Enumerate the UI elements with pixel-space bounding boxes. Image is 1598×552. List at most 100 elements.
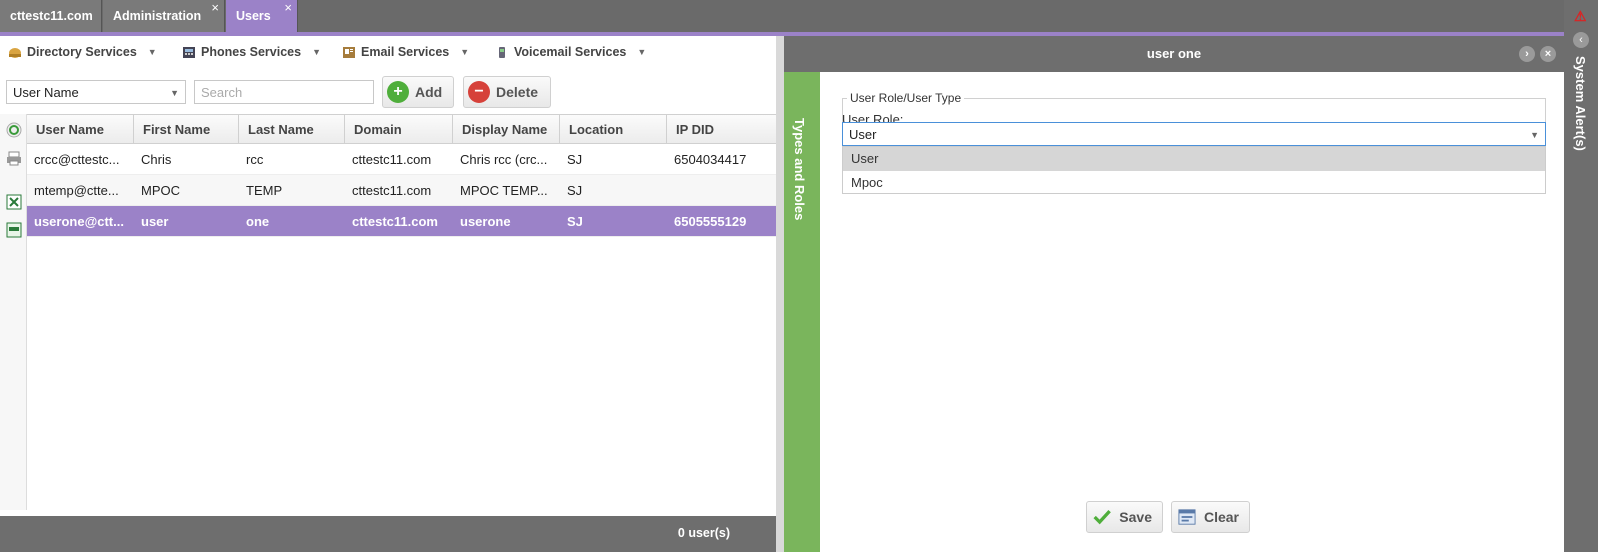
delete-button-label: Delete xyxy=(496,84,539,100)
table-cell: mtemp@ctte... xyxy=(34,183,119,198)
minus-icon: − xyxy=(468,81,490,103)
phones-services-menu[interactable]: Phones Services ▼ xyxy=(182,45,321,59)
table-cell: one xyxy=(246,214,270,229)
panel-splitter[interactable] xyxy=(776,36,784,552)
email-services-menu[interactable]: Email Services ▼ xyxy=(342,45,469,59)
warning-icon: ⚠ xyxy=(1574,8,1587,24)
chevron-down-icon: ▼ xyxy=(637,47,647,57)
column-header[interactable]: IP DID xyxy=(667,115,776,143)
column-header[interactable]: Domain xyxy=(345,115,453,143)
user-role-dropdown: User Mpoc xyxy=(842,146,1546,194)
services-toolbar: Directory Services ▼ Phones Services ▼ Ema… xyxy=(0,36,776,70)
clear-form-icon xyxy=(1178,509,1196,525)
column-header[interactable]: Last Name xyxy=(239,115,345,143)
app-root: cttestc11.com Administration × Users × Dir… xyxy=(0,0,1598,552)
save-button[interactable]: Save xyxy=(1086,501,1163,533)
close-icon[interactable]: × xyxy=(211,0,219,24)
table-cell: SJ xyxy=(567,183,583,198)
table-cell: userone xyxy=(460,214,511,229)
refresh-icon[interactable] xyxy=(6,122,22,138)
table-header: User Name First Name Last Name Domain Di… xyxy=(27,114,776,144)
users-table: User Name First Name Last Name Domain Di… xyxy=(27,114,776,237)
phone-icon xyxy=(183,46,195,58)
user-detail-panel: user one › × Types and Roles User Role/U… xyxy=(784,36,1564,552)
table-cell: userone@ctt... xyxy=(34,214,124,229)
user-count: 0 user(s) xyxy=(677,526,730,540)
tab-administration[interactable]: Administration × xyxy=(103,0,225,32)
csv-export-icon[interactable] xyxy=(6,222,22,238)
save-button-label: Save xyxy=(1119,509,1152,525)
table-cell: 6504034417 xyxy=(674,152,747,167)
users-list-panel: Directory Services ▼ Phones Services ▼ Ema… xyxy=(0,36,776,552)
clear-button[interactable]: Clear xyxy=(1171,501,1250,533)
table-cell: TEMP xyxy=(246,183,283,198)
user-role-value: User xyxy=(849,127,877,142)
print-icon[interactable] xyxy=(6,150,22,166)
system-alerts-label: System Alert(s) xyxy=(1573,56,1588,151)
table-cell: SJ xyxy=(567,214,583,229)
plus-icon: + xyxy=(387,81,409,103)
column-header[interactable]: Display Name xyxy=(453,115,560,143)
table-cell: Chris rcc (crc... xyxy=(460,152,548,167)
tab-domain-label: cttestc11.com xyxy=(10,9,93,23)
grid-side-toolbar xyxy=(0,114,27,510)
email-icon xyxy=(343,46,355,58)
excel-export-icon[interactable] xyxy=(6,194,22,210)
tab-administration-label: Administration xyxy=(113,9,202,23)
chevron-down-icon: ▼ xyxy=(170,88,179,98)
table-cell: 6505555129 xyxy=(674,214,747,229)
table-cell: cttestc11.com xyxy=(352,183,432,198)
table-row[interactable]: mtemp@ctte... MPOC TEMP cttestc11.com MP… xyxy=(27,175,776,206)
detail-header: user one › × xyxy=(784,36,1564,72)
table-cell: SJ xyxy=(567,152,583,167)
close-icon[interactable]: × xyxy=(284,0,292,24)
directory-services-menu[interactable]: Directory Services ▼ xyxy=(8,45,157,59)
clear-button-label: Clear xyxy=(1203,509,1239,525)
grid-footer: 0 user(s) xyxy=(0,516,776,552)
close-icon[interactable]: × xyxy=(1540,46,1556,62)
column-header[interactable]: Location xyxy=(560,115,667,143)
user-role-select[interactable]: User ▼ xyxy=(842,122,1546,146)
column-header[interactable]: User Name xyxy=(27,115,134,143)
directory-icon xyxy=(9,47,21,58)
table-cell: crcc@cttestc... xyxy=(34,152,120,167)
types-and-roles-tab[interactable]: Types and Roles xyxy=(784,72,820,552)
table-cell: MPOC TEMP... xyxy=(460,183,548,198)
types-and-roles-label: Types and Roles xyxy=(792,118,807,221)
chevron-down-icon: ▼ xyxy=(312,47,321,57)
table-cell xyxy=(667,175,776,205)
chevron-left-icon[interactable]: ‹ xyxy=(1573,32,1589,48)
fieldset-legend: User Role/User Type xyxy=(847,91,965,105)
tab-users[interactable]: Users × xyxy=(226,0,298,32)
table-row[interactable]: crcc@cttestc... Chris rcc cttestc11.com … xyxy=(27,144,776,175)
delete-button[interactable]: − Delete xyxy=(463,76,551,108)
chevron-right-icon[interactable]: › xyxy=(1519,46,1535,62)
voicemail-icon xyxy=(499,46,505,58)
table-cell: cttestc11.com xyxy=(352,214,438,229)
table-cell: cttestc11.com xyxy=(352,152,432,167)
table-cell: MPOC xyxy=(141,183,180,198)
search-field-select[interactable]: User Name ▼ xyxy=(6,80,186,104)
tab-users-label: Users xyxy=(236,9,271,23)
table-cell: user xyxy=(141,214,169,229)
voicemail-services-menu[interactable]: Voicemail Services ▼ xyxy=(495,45,646,59)
email-services-label: Email Services xyxy=(361,45,450,59)
phones-services-label: Phones Services xyxy=(201,45,302,59)
add-button-label: Add xyxy=(415,84,443,100)
detail-title: user one xyxy=(1146,46,1202,61)
column-header[interactable]: First Name xyxy=(134,115,239,143)
chevron-down-icon: ▼ xyxy=(147,47,157,57)
table-cell: rcc xyxy=(246,152,264,167)
chevron-down-icon: ▼ xyxy=(460,47,470,57)
table-row-selected[interactable]: userone@ctt... user one cttestc11.com us… xyxy=(27,206,776,237)
chevron-down-icon: ▼ xyxy=(1530,130,1539,140)
voicemail-services-label: Voicemail Services xyxy=(514,45,627,59)
directory-services-label: Directory Services xyxy=(27,45,137,59)
role-option-user[interactable]: User xyxy=(843,147,1545,171)
role-option-mpoc[interactable]: Mpoc xyxy=(843,171,1545,195)
system-alerts-rail[interactable]: ⚠ ‹ System Alert(s) xyxy=(1564,0,1598,552)
checkmark-icon xyxy=(1093,510,1111,525)
tab-domain[interactable]: cttestc11.com xyxy=(0,0,102,32)
search-input[interactable] xyxy=(194,80,374,104)
add-button[interactable]: + Add xyxy=(382,76,454,108)
